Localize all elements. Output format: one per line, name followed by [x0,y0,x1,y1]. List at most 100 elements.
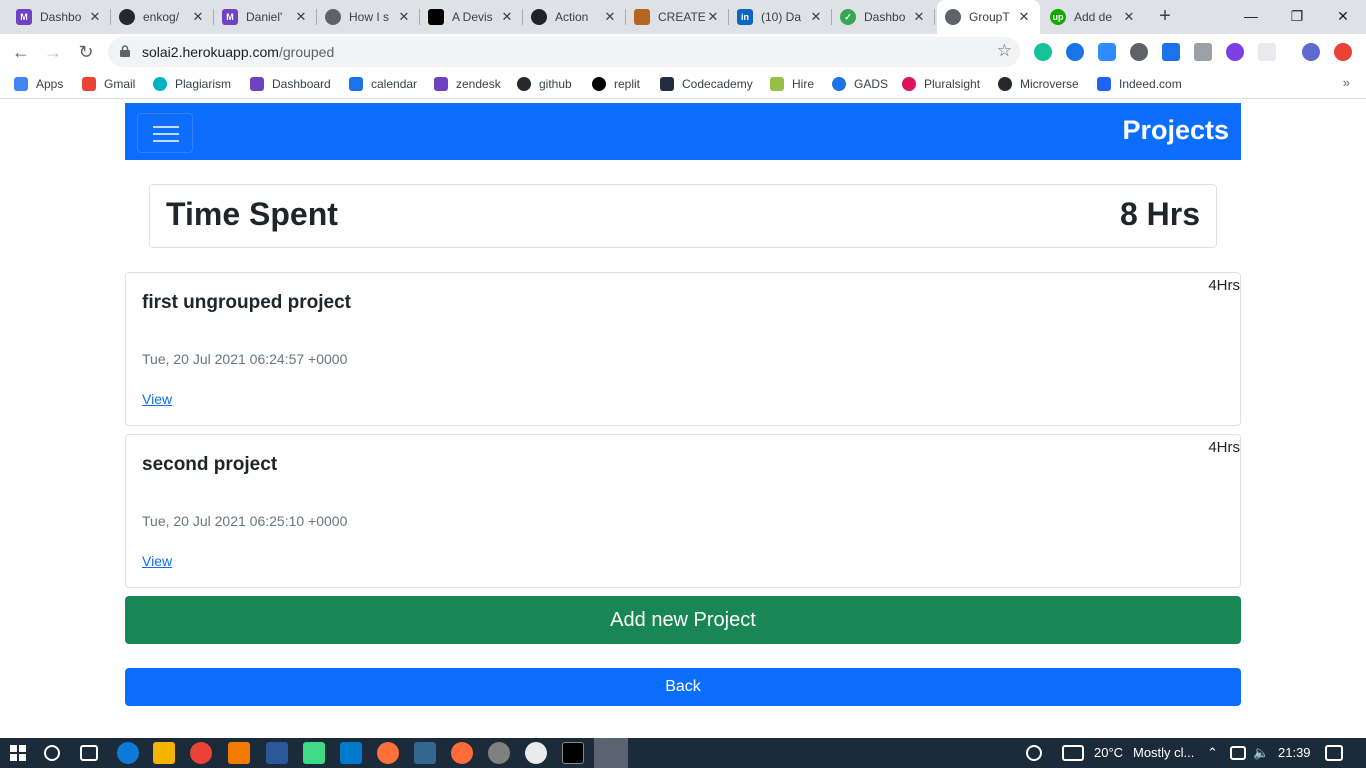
android-icon[interactable] [303,742,325,764]
grammarly-icon[interactable] [1034,43,1052,61]
browser-tab-active[interactable]: GroupT ✕ [937,0,1040,34]
bookmark-gmail[interactable]: Gmail [82,75,135,93]
bookmark-hire[interactable]: Hire [770,75,814,93]
new-tab-button[interactable]: + [1154,6,1176,28]
search-icon[interactable] [44,745,60,761]
bookmark-zendesk[interactable]: zendesk [434,75,501,93]
browser-tab[interactable]: M Daniel' ✕ [214,0,317,34]
maximize-button[interactable]: ❐ [1274,0,1320,34]
update-icon[interactable] [1334,43,1352,61]
weather-icon[interactable] [1062,745,1084,761]
vscode-icon[interactable] [340,742,362,764]
bookmark-replit[interactable]: replit [592,75,640,93]
tab-title: enkog/ [143,10,180,24]
tab-close-icon[interactable]: ✕ [911,9,927,25]
project-title: second project [142,454,278,475]
bookmark-plagiarism[interactable]: Plagiarism [153,75,231,93]
forward-arrow-icon[interactable]: → [40,39,66,65]
file-explorer-icon[interactable] [153,742,175,764]
notification-icon[interactable] [1325,745,1343,761]
bookmark-apps[interactable]: Apps [14,75,63,93]
terminal-icon[interactable] [562,742,584,764]
camera-icon[interactable] [1194,43,1212,61]
browser-tab[interactable]: How I s ✕ [317,0,420,34]
chevron-up-icon[interactable]: ⌃ [1207,745,1218,761]
tab-title: A Devis [452,10,493,24]
browser-tab[interactable]: A Devis ✕ [420,0,523,34]
tab-close-icon[interactable]: ✕ [1121,9,1137,25]
bookmark-gads[interactable]: GADS [832,75,888,93]
tab-close-icon[interactable]: ✕ [705,9,721,25]
back-arrow-icon[interactable]: ← [8,39,34,65]
volume-icon[interactable]: 🔈 [1253,745,1269,761]
globe-icon [325,9,341,25]
postgres-icon[interactable] [414,742,436,764]
vlc-icon[interactable] [228,742,250,764]
tab-close-icon[interactable]: ✕ [499,9,515,25]
browser-tab[interactable]: up Add de ✕ [1042,0,1145,34]
browser-tab[interactable]: CREATE ✕ [626,0,729,34]
check-icon: ✓ [840,9,856,25]
extension-icon[interactable] [1130,43,1148,61]
lock-icon [120,45,130,57]
edge-icon[interactable] [117,742,139,764]
bookmark-pluralsight[interactable]: Pluralsight [902,75,980,93]
time-spent-value: 8 Hrs [1119,196,1200,232]
weather-description[interactable]: Mostly cl... [1133,745,1194,760]
add-project-button[interactable]: Add new Project [125,596,1241,644]
zoom-icon[interactable] [1098,43,1116,61]
reload-icon[interactable]: ↻ [73,39,99,65]
active-window-button[interactable] [594,738,628,768]
chrome-icon[interactable] [190,742,212,764]
task-view-icon[interactable] [80,745,98,761]
bookmark-calendar[interactable]: calendar [349,75,417,93]
browser-tab[interactable]: enkog/ ✕ [111,0,214,34]
tab-title: Dashbo [864,10,906,24]
project-view-link[interactable]: View [142,391,172,407]
weather-temperature[interactable]: 20°C [1094,745,1123,760]
postman-icon[interactable] [451,742,473,764]
tab-close-icon[interactable]: ✕ [293,9,309,25]
tab-close-icon[interactable]: ✕ [602,9,618,25]
bookmark-codecademy[interactable]: Codecademy [660,75,753,93]
bookmarks-more-button[interactable]: » [1343,75,1350,90]
close-window-button[interactable]: ✕ [1320,0,1366,34]
project-title: first ungrouped project [142,292,351,313]
extension-icon[interactable] [1066,43,1084,61]
github-icon [998,77,1012,91]
back-button[interactable]: Back [125,668,1241,706]
slack-icon[interactable] [525,742,547,764]
bookmark-github[interactable]: github [517,75,572,93]
tab-close-icon[interactable]: ✕ [396,9,412,25]
page-title: Projects [1122,115,1229,145]
tab-title: How I s [349,10,390,24]
clock-time[interactable]: 21:39 [1278,745,1311,760]
extension-icon[interactable] [1226,43,1244,61]
bookmark-microverse[interactable]: Microverse [998,75,1079,93]
browser-tab[interactable]: Action ✕ [523,0,626,34]
tab-close-icon[interactable]: ✕ [1016,9,1032,25]
minimize-button[interactable]: — [1228,0,1274,34]
profile-avatar-icon[interactable] [1302,43,1320,61]
bookmark-dashboard[interactable]: Dashboard [250,75,331,93]
word-icon[interactable] [266,742,288,764]
browser-tab[interactable]: ✓ Dashbo ✕ [832,0,935,34]
github-icon [119,9,135,25]
network-icon[interactable] [1230,746,1246,760]
address-bar[interactable]: solai2.herokuapp.com/grouped ☆ [108,37,1020,67]
settings-icon[interactable] [488,742,510,764]
edit-icon[interactable] [1162,43,1180,61]
tab-close-icon[interactable]: ✕ [87,9,103,25]
project-view-link[interactable]: View [142,553,172,569]
tab-close-icon[interactable]: ✕ [808,9,824,25]
windows-start-icon[interactable] [10,745,26,761]
bookmark-indeed[interactable]: Indeed.com [1097,75,1182,93]
people-icon[interactable] [1026,745,1042,761]
browser-tab[interactable]: M Dashbo ✕ [8,0,111,34]
hamburger-menu-button[interactable] [137,113,193,153]
extension-icon[interactable] [1258,43,1276,61]
tab-close-icon[interactable]: ✕ [190,9,206,25]
firefox-icon[interactable] [377,742,399,764]
bookmark-star-icon[interactable]: ☆ [997,41,1012,61]
browser-tab[interactable]: in (10) Da ✕ [729,0,832,34]
